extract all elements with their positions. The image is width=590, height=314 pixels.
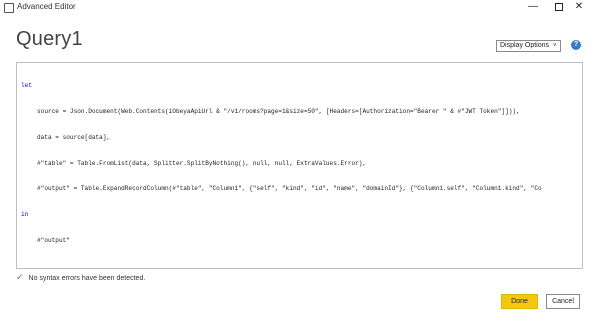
code-line: in <box>21 211 582 220</box>
display-options-dropdown[interactable]: Display Options ˅ <box>496 40 561 52</box>
code-editor[interactable]: let source = Json.Document(Web.Contents(… <box>16 62 583 269</box>
done-button[interactable]: Done <box>501 294 538 309</box>
code-line: #"output" <box>21 237 582 246</box>
syntax-status: ✓ No syntax errors have been detected. <box>16 272 145 283</box>
window-title: Advanced Editor <box>17 2 76 11</box>
code-line: source = Json.Document(Web.Contents(iObe… <box>21 108 582 117</box>
display-options-label: Display Options <box>500 42 550 49</box>
chevron-down-icon: ˅ <box>553 43 557 49</box>
close-button[interactable]: ✕ <box>566 0 590 14</box>
cancel-button[interactable]: Cancel <box>546 294 580 309</box>
code-line: data = source[data], <box>21 134 582 143</box>
minimize-button[interactable]: — <box>520 0 546 14</box>
checkmark-icon: ✓ <box>16 272 24 282</box>
maximize-icon <box>555 3 563 11</box>
code-line-data: data = source[data], <box>37 133 111 141</box>
code-line: #"table" = Table.FromList(data, Splitter… <box>21 160 582 169</box>
keyword-in: in <box>21 211 29 219</box>
help-icon[interactable]: ? <box>571 40 581 50</box>
code-line: let <box>21 82 582 91</box>
code-line-source: source = Json.Document(Web.Contents(iObe… <box>37 107 520 115</box>
code-line-output: #"output" = Table.ExpandRecordColumn(#"t… <box>37 185 542 193</box>
title-bar: Advanced Editor — ✕ <box>0 0 590 16</box>
app-icon <box>4 3 14 13</box>
code-line-table: #"table" = Table.FromList(data, Splitter… <box>37 159 367 167</box>
query-title: Query1 <box>16 28 83 50</box>
code-line: #"output" = Table.ExpandRecordColumn(#"t… <box>21 185 582 194</box>
code-line-result: #"output" <box>37 236 70 244</box>
code-content: let source = Json.Document(Web.Contents(… <box>17 63 582 263</box>
syntax-status-text: No syntax errors have been detected. <box>28 275 146 282</box>
keyword-let: let <box>21 82 32 90</box>
